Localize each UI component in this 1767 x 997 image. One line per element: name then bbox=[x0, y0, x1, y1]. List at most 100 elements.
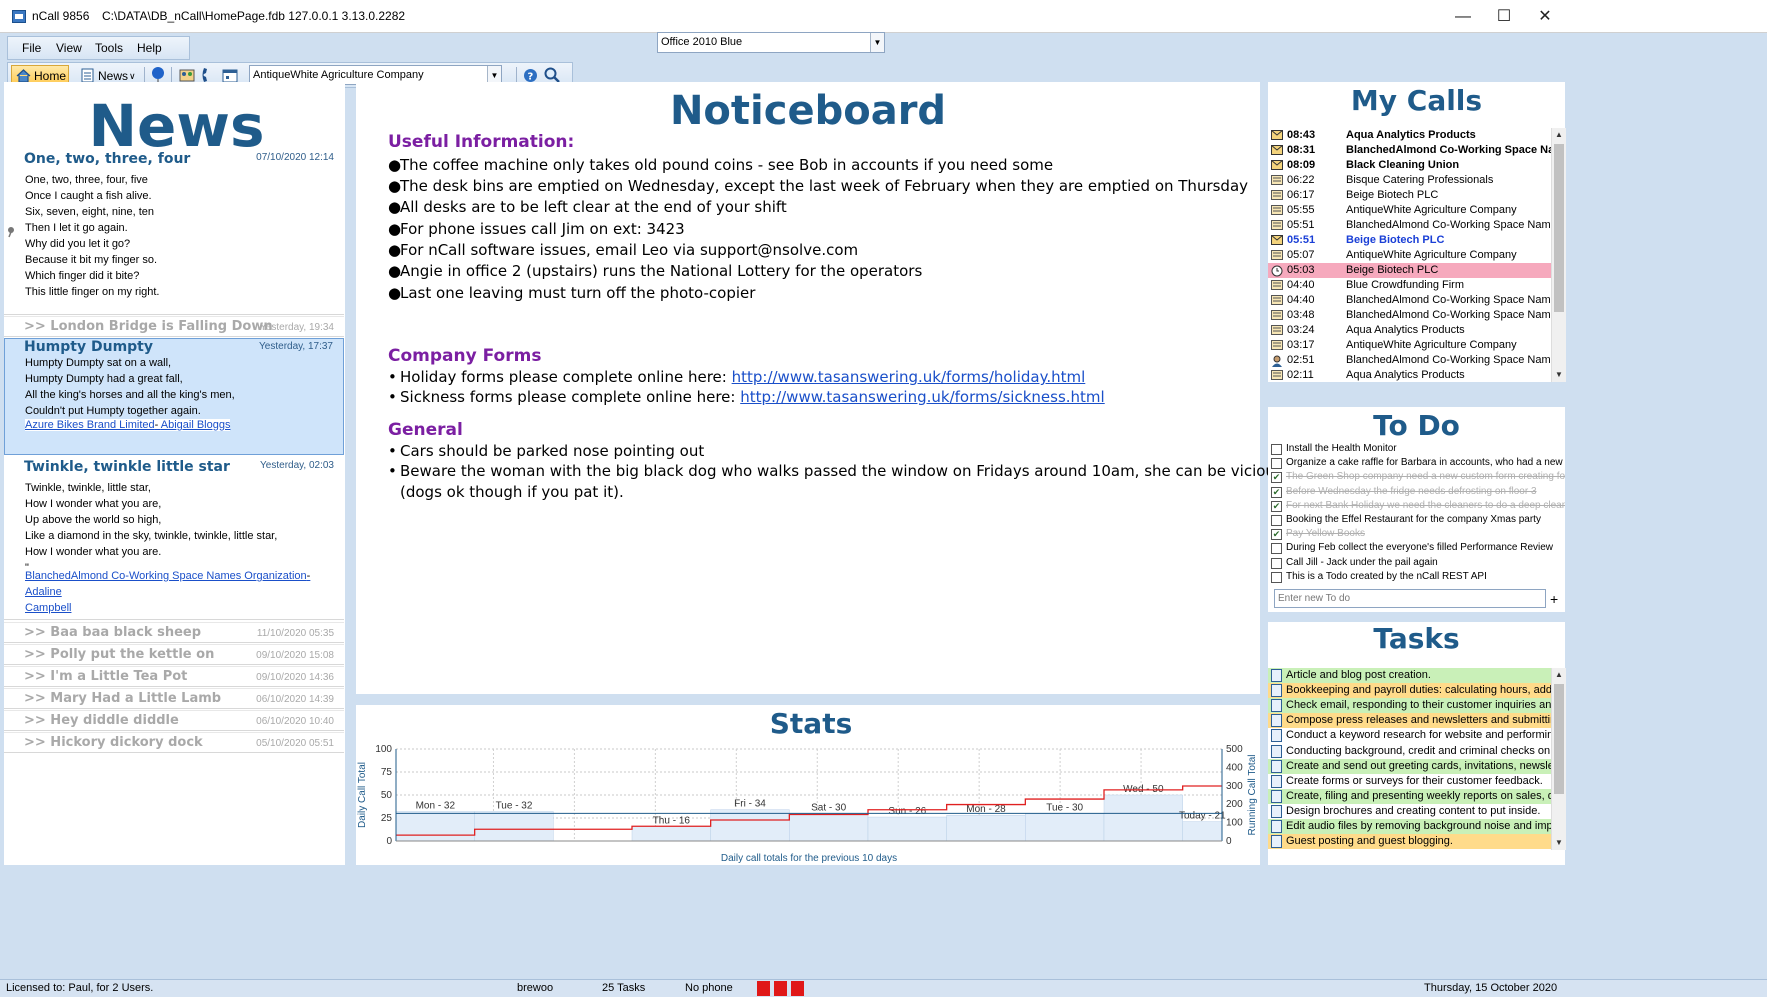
call-row[interactable]: 05:55 AntiqueWhite Agriculture Company bbox=[1268, 203, 1552, 218]
bar bbox=[474, 811, 554, 842]
news-dropdown-icon[interactable]: ∨ bbox=[129, 71, 136, 82]
call-time: 05:51 bbox=[1287, 219, 1315, 231]
call-row[interactable]: 04:40 BlanchedAlmond Co-Working Space Nam… bbox=[1268, 293, 1552, 308]
y2-tick-label: 100 bbox=[1226, 818, 1243, 829]
task-row[interactable]: Check email, responding to their custome… bbox=[1268, 698, 1552, 714]
task-row[interactable]: Create forms or surveys for their custom… bbox=[1268, 773, 1552, 789]
news-story-collapsed[interactable]: >> Baa baa black sheep 11/10/2020 05:35 bbox=[4, 622, 344, 643]
call-row[interactable]: 04:40 Blue Crowdfunding Firm bbox=[1268, 278, 1552, 293]
todo-checkbox[interactable]: ✔ bbox=[1271, 472, 1282, 484]
call-row[interactable]: 03:17 AntiqueWhite Agriculture Company bbox=[1268, 338, 1552, 353]
add-todo-button[interactable]: + bbox=[1550, 591, 1558, 607]
task-row[interactable]: Guest posting and guest blogging. bbox=[1268, 834, 1552, 850]
call-row[interactable]: 08:31 BlanchedAlmond Co-Working Space Nam… bbox=[1268, 143, 1552, 158]
close-icon[interactable]: ✕ bbox=[1522, 0, 1568, 33]
todo-checkbox[interactable]: ✔ bbox=[1271, 500, 1282, 512]
todo-checkbox[interactable] bbox=[1271, 515, 1282, 526]
calls-scrollbar[interactable]: ▲ ▼ bbox=[1551, 128, 1566, 382]
call-row[interactable]: 06:17 Beige Biotech PLC bbox=[1268, 188, 1552, 203]
todo-checkbox[interactable] bbox=[1271, 571, 1282, 583]
call-company: Aqua Analytics Products bbox=[1346, 324, 1465, 336]
news-story-collapsed[interactable]: >> I'm a Little Tea Pot 09/10/2020 14:36 bbox=[4, 666, 344, 687]
call-company: Beige Biotech PLC bbox=[1346, 264, 1439, 276]
news-story-collapsed[interactable]: >> Hey diddle diddle 06/10/2020 10:40 bbox=[4, 710, 344, 731]
news-story[interactable]: Twinkle, twinkle little star Yesterday, … bbox=[4, 455, 344, 620]
call-time: 05:51 bbox=[1287, 234, 1316, 246]
todo-item: ✔ The Green Shop company need a new custo… bbox=[1268, 471, 1565, 485]
envelope-icon bbox=[1271, 160, 1283, 170]
contacts-icon[interactable] bbox=[179, 68, 195, 83]
call-row[interactable]: 05:03 Beige Biotech PLC bbox=[1268, 263, 1552, 278]
scroll-up-icon[interactable]: ▲ bbox=[1552, 668, 1566, 682]
holiday-form-link[interactable]: http://www.tasanswering.uk/forms/holiday… bbox=[732, 368, 1086, 386]
scroll-down-icon[interactable]: ▼ bbox=[1552, 836, 1566, 850]
news-story-collapsed[interactable]: >> Hickory dickory dock 05/10/2020 05:51 bbox=[4, 732, 344, 753]
call-row[interactable]: 06:22 Bisque Catering Professionals bbox=[1268, 173, 1552, 188]
task-icon bbox=[1271, 744, 1282, 758]
call-company: Aqua Analytics Products bbox=[1346, 369, 1465, 381]
call-row[interactable]: 02:11 Aqua Analytics Products bbox=[1268, 368, 1552, 383]
message-icon bbox=[1271, 340, 1283, 350]
call-company: Beige Biotech PLC bbox=[1346, 234, 1445, 246]
theme-select[interactable]: Office 2010 Blue ▼ bbox=[657, 32, 885, 53]
form-item: • Sickness forms please complete online h… bbox=[388, 388, 1105, 406]
company-link[interactable]: Azure Bikes Brand Limited bbox=[25, 419, 155, 431]
company-link[interactable]: BlanchedAlmond Co-Working Space Names Or… bbox=[25, 570, 307, 582]
notice-item: ●For nCall software issues, email Leo vi… bbox=[388, 241, 859, 259]
task-row[interactable]: Edit audio files by removing background … bbox=[1268, 819, 1552, 834]
task-row[interactable]: Conducting background, credit and crimin… bbox=[1268, 743, 1552, 759]
todo-checkbox[interactable] bbox=[1271, 557, 1282, 569]
news-button[interactable]: News bbox=[98, 69, 128, 83]
todo-checkbox[interactable]: ✔ bbox=[1271, 529, 1282, 541]
todo-checkbox[interactable]: ✔ bbox=[1271, 486, 1282, 498]
scroll-thumb[interactable] bbox=[1554, 144, 1564, 312]
clock-icon bbox=[1271, 265, 1283, 277]
task-row[interactable]: Create and send out greeting cards, invi… bbox=[1268, 758, 1552, 774]
news-story[interactable]: One, two, three, four 07/10/2020 12:14 O… bbox=[4, 147, 344, 315]
call-row[interactable]: 02:51 BlanchedAlmond Co-Working Space Nam… bbox=[1268, 353, 1552, 368]
task-row[interactable]: Design brochures and creating content to… bbox=[1268, 803, 1552, 819]
call-row[interactable]: 03:48 BlanchedAlmond Co-Working Space Nam… bbox=[1268, 308, 1552, 323]
menu-view[interactable]: View bbox=[56, 41, 82, 55]
minimize-icon[interactable]: — bbox=[1440, 0, 1486, 33]
menu-help[interactable]: Help bbox=[137, 41, 162, 55]
task-text: Article and blog post creation. bbox=[1286, 669, 1431, 681]
tasks-scrollbar[interactable]: ▲ ▼ bbox=[1551, 668, 1566, 850]
new-todo-input[interactable]: Enter new To do bbox=[1274, 589, 1546, 608]
news-story-selected[interactable]: Humpty Dumpty Yesterday, 17:37 Humpty Du… bbox=[4, 338, 344, 455]
contact-link[interactable]: Abigail Bloggs bbox=[161, 419, 231, 431]
task-row[interactable]: Conduct a keyword research for website a… bbox=[1268, 728, 1552, 744]
call-row[interactable]: 08:43 Aqua Analytics Products bbox=[1268, 128, 1552, 143]
task-count[interactable]: 25 Tasks bbox=[602, 982, 645, 994]
task-row[interactable]: Article and blog post creation. bbox=[1268, 668, 1552, 683]
contact-link[interactable]: Adaline bbox=[25, 586, 62, 598]
task-row[interactable]: Bookkeeping and payroll duties: calculat… bbox=[1268, 683, 1552, 699]
todo-text: Booking the Effel Restaurant for the com… bbox=[1286, 514, 1541, 525]
task-row[interactable]: Create, filing and presenting weekly rep… bbox=[1268, 788, 1552, 804]
scroll-thumb[interactable] bbox=[1554, 684, 1564, 794]
calendar-icon[interactable] bbox=[222, 68, 238, 83]
call-row[interactable]: 08:09 Black Cleaning Union bbox=[1268, 158, 1552, 173]
menu-file[interactable]: File bbox=[22, 41, 41, 55]
task-row[interactable]: Compose press releases and newsletters a… bbox=[1268, 713, 1552, 729]
task-text: Create forms or surveys for their custom… bbox=[1286, 774, 1543, 787]
call-row[interactable]: 05:07 AntiqueWhite Agriculture Company bbox=[1268, 248, 1552, 263]
maximize-icon[interactable]: ☐ bbox=[1481, 0, 1527, 33]
news-story-collapsed[interactable]: >> Polly put the kettle on 09/10/2020 15… bbox=[4, 644, 344, 665]
call-row[interactable]: 05:51 Beige Biotech PLC bbox=[1268, 233, 1552, 248]
call-row[interactable]: 03:24 Aqua Analytics Products bbox=[1268, 323, 1552, 338]
call-row[interactable]: 05:51 BlanchedAlmond Co-Working Space Nam… bbox=[1268, 218, 1552, 233]
news-story-collapsed[interactable]: >> London Bridge is Falling Down Yesterd… bbox=[4, 316, 344, 337]
scroll-up-icon[interactable]: ▲ bbox=[1552, 128, 1566, 142]
chevron-down-icon[interactable]: ▼ bbox=[870, 33, 884, 52]
todo-checkbox[interactable] bbox=[1271, 458, 1282, 470]
sickness-form-link[interactable]: http://www.tasanswering.uk/forms/sicknes… bbox=[740, 388, 1104, 406]
news-story-collapsed[interactable]: >> Mary Had a Little Lamb 06/10/2020 14:… bbox=[4, 688, 344, 709]
todo-checkbox[interactable] bbox=[1271, 543, 1282, 555]
menu-tools[interactable]: Tools bbox=[95, 41, 123, 55]
story-date: 06/10/2020 10:40 bbox=[256, 716, 334, 727]
todo-checkbox[interactable] bbox=[1271, 444, 1282, 455]
contact-link-cont[interactable]: Campbell bbox=[25, 602, 71, 614]
scroll-down-icon[interactable]: ▼ bbox=[1552, 368, 1566, 382]
help-icon[interactable]: ? bbox=[523, 68, 538, 83]
